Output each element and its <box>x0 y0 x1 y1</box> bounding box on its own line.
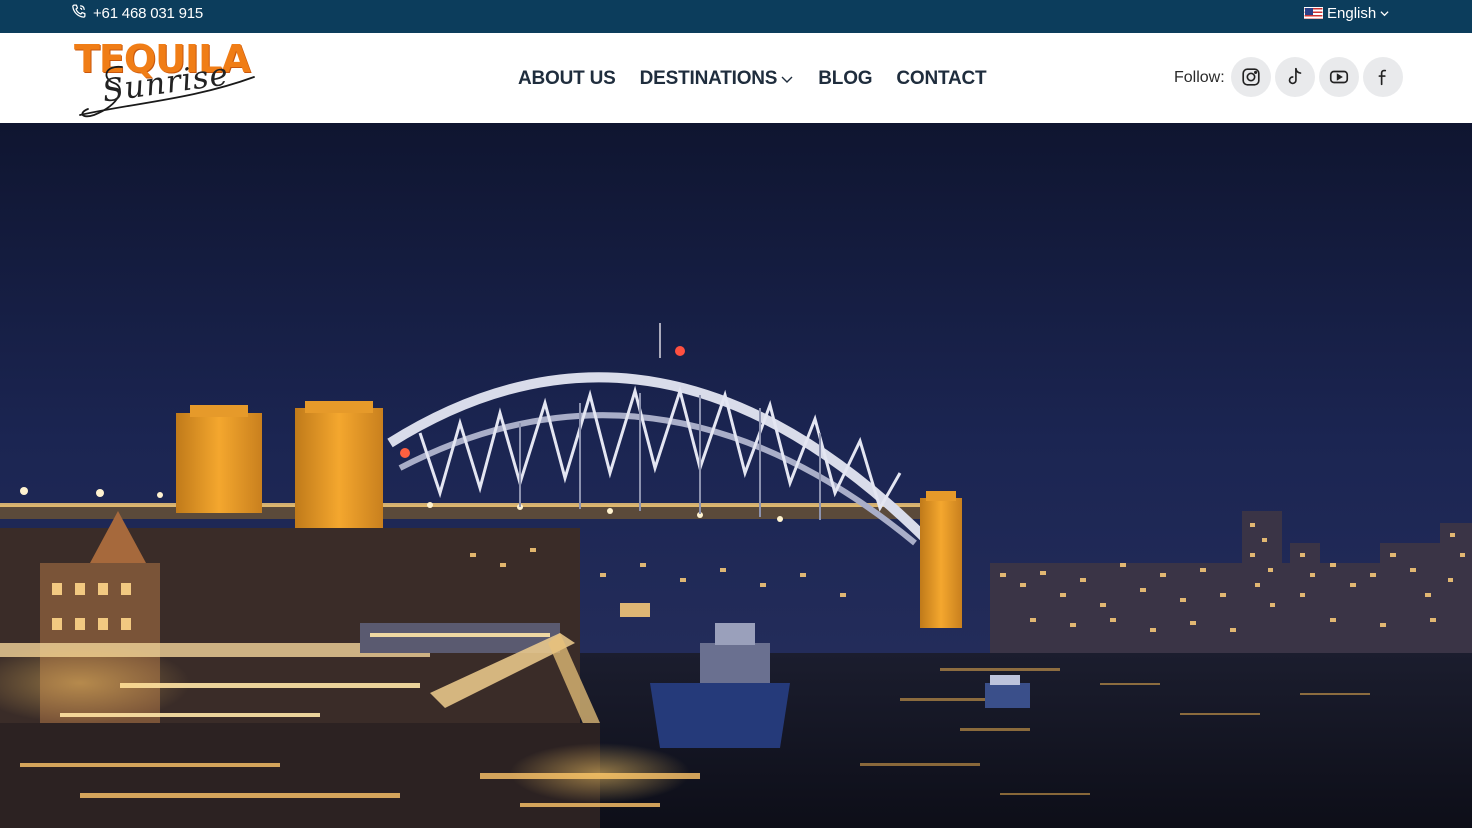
tiktok-button[interactable] <box>1275 57 1315 97</box>
tiktok-icon <box>1288 67 1302 85</box>
nav-contact[interactable]: CONTACT <box>896 68 986 90</box>
instagram-button[interactable] <box>1231 57 1271 97</box>
phone-number: +61 468 031 915 <box>93 4 204 22</box>
language-selector[interactable]: English <box>1304 0 1389 26</box>
phone-link[interactable]: +61 468 031 915 <box>70 0 203 26</box>
nav-blog[interactable]: BLOG <box>818 68 872 90</box>
nav-destinations-label: DESTINATIONS <box>639 68 778 89</box>
chevron-down-icon <box>1380 10 1389 16</box>
hero-image <box>0 123 1472 828</box>
nav-contact-label: CONTACT <box>896 68 987 89</box>
nav-blog-label: BLOG <box>818 68 873 89</box>
nav-about-us-label: ABOUT US <box>518 68 616 89</box>
facebook-button[interactable] <box>1363 57 1403 97</box>
youtube-icon <box>1329 70 1349 84</box>
phone-icon <box>70 3 87 24</box>
instagram-icon <box>1242 68 1260 86</box>
language-label: English <box>1327 4 1377 22</box>
nav-destinations[interactable]: DESTINATIONS <box>640 68 795 90</box>
facebook-icon <box>1378 69 1387 86</box>
site-header: TEQUILA Sunrise ABOUT US DESTINATIONS BL… <box>0 33 1472 123</box>
follow-label: Follow: <box>1174 69 1225 86</box>
top-bar: +61 468 031 915 English <box>0 0 1472 33</box>
youtube-button[interactable] <box>1319 57 1359 97</box>
nav-about-us[interactable]: ABOUT US <box>518 68 616 90</box>
site-logo[interactable]: TEQUILA Sunrise <box>74 39 284 121</box>
main-nav: ABOUT US DESTINATIONS BLOG CONTACT <box>518 66 987 92</box>
us-flag-icon <box>1304 7 1323 19</box>
chevron-down-icon <box>781 76 793 83</box>
harbour-bridge-night-scene <box>0 123 1472 828</box>
